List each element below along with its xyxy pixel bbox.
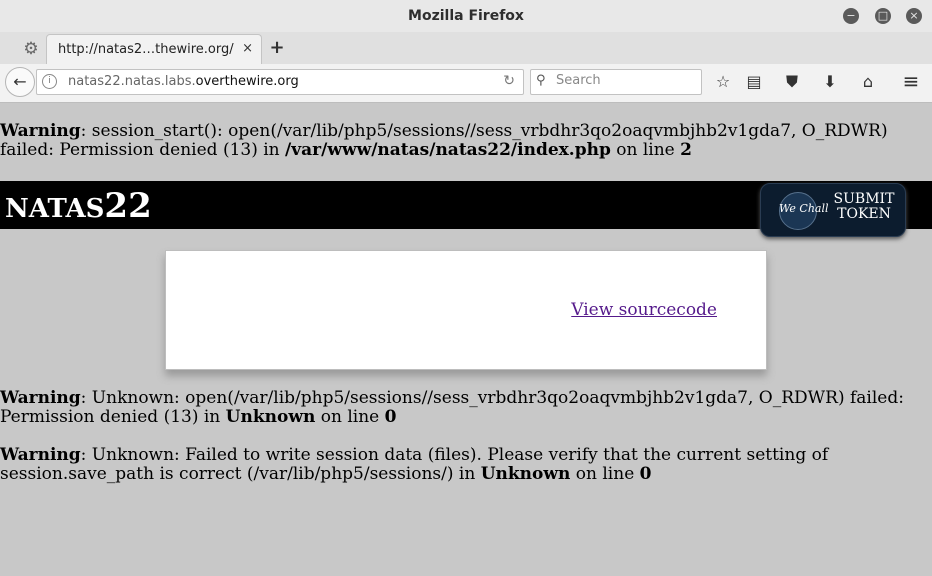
warning-line: 2 [680, 140, 692, 160]
submit-token-label: SUBMIT TOKEN [831, 192, 897, 222]
maximize-button[interactable]: □ [875, 8, 891, 24]
logo-prefix: NATAS [5, 194, 105, 224]
warning-message: : Unknown: Failed to write session data … [0, 445, 829, 484]
reload-icon[interactable]: ↻ [503, 73, 515, 89]
home-icon[interactable]: ⌂ [857, 72, 879, 91]
tab-natas22[interactable]: http://natas2…thewire.org/ × [46, 34, 262, 65]
url-text[interactable]: natas22.natas.labs.overthewire.org [68, 74, 299, 89]
warning-online: on line [610, 140, 681, 160]
url-domain: overthewire.org [195, 74, 299, 89]
warning-file: Unknown [225, 407, 316, 427]
warning-label: Warning [0, 121, 81, 141]
warning-file: /var/www/natas/natas22/index.php [285, 140, 611, 160]
tab-strip: ⚙ http://natas2…thewire.org/ × + [0, 32, 932, 65]
content-box: View sourcecode [165, 250, 767, 370]
url-prefix: natas22.natas.labs. [68, 74, 196, 89]
navigation-bar: ← i natas22.natas.labs.overthewire.org ↻… [0, 64, 932, 103]
php-warning: Warning: Unknown: open(/var/lib/php5/ses… [0, 389, 930, 427]
php-warning: Warning: session_start(): open(/var/lib/… [0, 122, 930, 160]
natas-logo: NATAS22 [5, 186, 152, 226]
warning-line: 0 [384, 407, 397, 427]
wechall-logo: We Chall [779, 202, 829, 215]
pocket-icon[interactable]: ⛊ [781, 72, 803, 92]
minimize-button[interactable]: − [843, 8, 859, 24]
logo-level-number: 22 [104, 186, 152, 226]
back-button[interactable]: ← [5, 67, 35, 97]
info-icon[interactable]: i [42, 74, 57, 89]
page-content: Warning: session_start(): open(/var/lib/… [0, 103, 932, 576]
hamburger-menu-icon[interactable]: ≡ [900, 69, 922, 93]
warning-label: Warning [0, 445, 81, 465]
window-titlebar: Mozilla Firefox − □ × [0, 0, 932, 33]
warning-message: : Unknown: open(/var/lib/php5/sessions//… [0, 388, 904, 427]
submit-token-button[interactable]: We Chall SUBMIT TOKEN [760, 183, 906, 237]
php-warning: Warning: Unknown: Failed to write sessio… [0, 446, 930, 484]
search-box[interactable]: ⚲ [530, 69, 702, 95]
warning-online: on line [315, 407, 385, 427]
token-line-2: TOKEN [837, 206, 891, 222]
token-line-1: SUBMIT [833, 191, 895, 207]
url-bar[interactable]: i natas22.natas.labs.overthewire.org ↻ [36, 69, 524, 95]
downloads-icon[interactable]: ⬇ [819, 72, 841, 91]
new-tab-button[interactable]: + [266, 37, 288, 58]
warning-file: Unknown [480, 464, 571, 484]
warning-line: 0 [639, 464, 652, 484]
search-icon: ⚲ [536, 73, 546, 88]
tab-title: http://natas2…thewire.org/ [58, 42, 234, 57]
window-title: Mozilla Firefox [408, 8, 524, 24]
close-window-button[interactable]: × [906, 8, 922, 24]
gear-icon[interactable]: ⚙ [20, 39, 42, 59]
search-input[interactable] [556, 73, 696, 88]
warning-online: on line [570, 464, 640, 484]
view-sourcecode-link[interactable]: View sourcecode [571, 300, 717, 320]
warning-label: Warning [0, 388, 81, 408]
bookmark-star-icon[interactable]: ☆ [712, 72, 734, 91]
tab-close-icon[interactable]: × [242, 41, 253, 56]
reading-list-icon[interactable]: ▤ [743, 72, 765, 91]
